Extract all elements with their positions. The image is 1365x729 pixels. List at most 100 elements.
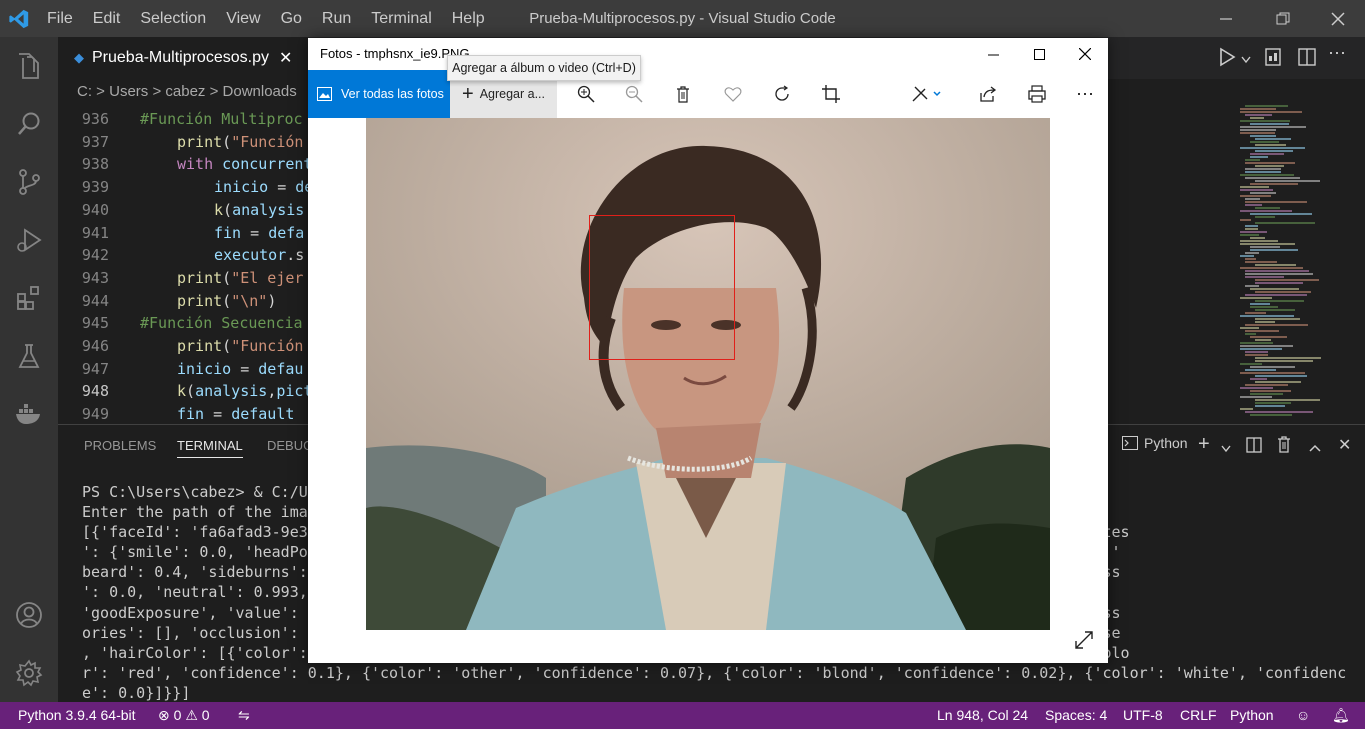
full-screen-expand-icon[interactable] xyxy=(1074,630,1094,655)
minimap-line xyxy=(1255,405,1285,407)
code-token: analysis xyxy=(232,200,305,219)
breadcrumb-drive[interactable]: C: xyxy=(77,83,92,100)
rotate-icon[interactable] xyxy=(765,70,799,118)
run-debug-icon[interactable] xyxy=(0,211,58,269)
photos-app-window: Fotos - tmphsnx_ie9.PNG Ver todas las fo… xyxy=(308,38,1108,663)
minimap-line xyxy=(1250,135,1276,137)
close-window-button[interactable] xyxy=(1315,0,1361,37)
settings-gear-icon[interactable] xyxy=(0,644,58,702)
see-all-photos-button[interactable]: Ver todas las fotos xyxy=(308,70,450,118)
testing-flask-icon[interactable] xyxy=(0,327,58,385)
photos-maximize-button[interactable] xyxy=(1024,38,1054,70)
code-token: ( xyxy=(223,200,233,219)
run-python-file-button[interactable] xyxy=(1218,47,1236,72)
problems-counter[interactable]: ⊗ 0 ⚠ 0 xyxy=(158,702,210,729)
minimap-line xyxy=(1245,411,1313,413)
accounts-icon[interactable] xyxy=(0,586,58,644)
minimize-button[interactable] xyxy=(1203,0,1249,37)
cursor-position[interactable]: Ln 948, Col 24 xyxy=(937,702,1028,729)
edit-create-icon[interactable] xyxy=(909,70,943,118)
photos-minimize-button[interactable] xyxy=(978,38,1008,70)
add-to-album-tooltip: Agregar a álbum o video (Ctrl+D) xyxy=(447,55,641,81)
see-all-photos-label: Ver todas las fotos xyxy=(341,87,444,101)
menu-selection[interactable]: Selection xyxy=(130,0,216,37)
code-token: print xyxy=(177,291,223,310)
line-ending[interactable]: CRLF xyxy=(1180,702,1217,729)
minimap-line xyxy=(1250,123,1289,125)
source-control-icon[interactable] xyxy=(0,153,58,211)
menu-terminal[interactable]: Terminal xyxy=(361,0,441,37)
maximize-panel-chevron-icon[interactable] xyxy=(1309,439,1321,457)
encoding[interactable]: UTF-8 xyxy=(1123,702,1163,729)
code-token: "El ejer xyxy=(231,268,304,287)
minimap-line xyxy=(1245,351,1268,353)
minimap-line xyxy=(1240,315,1294,317)
minimap-line xyxy=(1240,147,1305,149)
minimap-line xyxy=(1255,207,1280,209)
print-icon[interactable] xyxy=(1020,70,1054,118)
code-text: inicio = de xyxy=(214,176,313,199)
code-token: , xyxy=(267,382,277,401)
code-token: defa xyxy=(268,223,305,242)
displayed-photo[interactable] xyxy=(366,118,1050,630)
more-actions-icon[interactable]: ⋯ xyxy=(1328,43,1346,64)
minimap-line xyxy=(1255,318,1300,320)
search-icon[interactable] xyxy=(0,95,58,153)
new-terminal-icon[interactable]: + xyxy=(1198,433,1210,456)
minimap-line xyxy=(1250,156,1268,158)
python-interpreter[interactable]: Python 3.9.4 64-bit xyxy=(18,702,136,729)
menu-file[interactable]: File xyxy=(37,0,83,37)
extensions-icon[interactable] xyxy=(0,269,58,327)
split-terminal-icon[interactable] xyxy=(1246,437,1262,458)
minimap-line xyxy=(1240,297,1272,299)
explorer-icon[interactable] xyxy=(0,37,58,95)
code-token: defau xyxy=(258,359,304,378)
minimap-line xyxy=(1245,324,1308,326)
menu-run[interactable]: Run xyxy=(312,0,361,37)
crop-icon[interactable] xyxy=(814,70,848,118)
minimap-line xyxy=(1240,195,1271,197)
menu-view[interactable]: View xyxy=(216,0,270,37)
feedback-icon[interactable]: ☺ xyxy=(1296,702,1310,729)
editor-tab-active[interactable]: ◆ Prueba-Multiprocesos.py ✕ xyxy=(58,37,308,79)
docker-icon[interactable] xyxy=(0,385,58,443)
notifications-bell-icon[interactable]: 🔔︎ xyxy=(1332,702,1350,729)
python-file-icon: ◆ xyxy=(74,50,84,65)
menu-edit[interactable]: Edit xyxy=(83,0,131,37)
kill-terminal-trash-icon[interactable] xyxy=(1277,436,1291,458)
favorite-heart-icon[interactable] xyxy=(716,70,750,118)
photos-close-button[interactable] xyxy=(1070,38,1100,70)
breadcrumb-users[interactable]: Users xyxy=(109,83,148,100)
close-panel-icon[interactable]: ✕ xyxy=(1338,435,1351,455)
tab-debug[interactable]: DEBUG xyxy=(267,435,313,457)
minimap-line xyxy=(1255,180,1320,182)
menu-go[interactable]: Go xyxy=(271,0,312,37)
minimap[interactable] xyxy=(1228,105,1365,424)
code-token: ) xyxy=(267,291,277,310)
minimap-line xyxy=(1245,252,1259,254)
minimap-line xyxy=(1250,393,1283,395)
breadcrumb-cabez[interactable]: cabez xyxy=(165,83,205,100)
terminal-dropdown-chevron-icon[interactable] xyxy=(1221,440,1231,458)
delete-trash-icon[interactable] xyxy=(666,70,700,118)
language-mode[interactable]: Python xyxy=(1230,702,1274,729)
minimap-line xyxy=(1240,126,1306,128)
open-preview-icon[interactable] xyxy=(1265,48,1281,71)
live-share-icon[interactable]: ⇋ xyxy=(238,702,250,729)
see-more-icon[interactable]: ⋯ xyxy=(1068,70,1102,118)
menu-help[interactable]: Help xyxy=(442,0,495,37)
indentation[interactable]: Spaces: 4 xyxy=(1045,702,1107,729)
minimap-line xyxy=(1240,231,1267,233)
close-tab-icon[interactable]: ✕ xyxy=(279,48,292,68)
terminal-shell-selector[interactable]: Python xyxy=(1122,435,1188,451)
split-editor-icon[interactable] xyxy=(1298,48,1316,71)
run-dropdown-chevron-icon[interactable] xyxy=(1241,51,1251,69)
minimap-line xyxy=(1255,222,1315,224)
share-icon[interactable] xyxy=(971,70,1005,118)
tab-problems[interactable]: PROBLEMS xyxy=(84,435,156,457)
restore-button[interactable] xyxy=(1260,0,1306,37)
tab-terminal[interactable]: TERMINAL xyxy=(177,435,243,458)
line-number: 940 xyxy=(81,200,109,219)
breadcrumb-downloads[interactable]: Downloads xyxy=(223,83,297,100)
